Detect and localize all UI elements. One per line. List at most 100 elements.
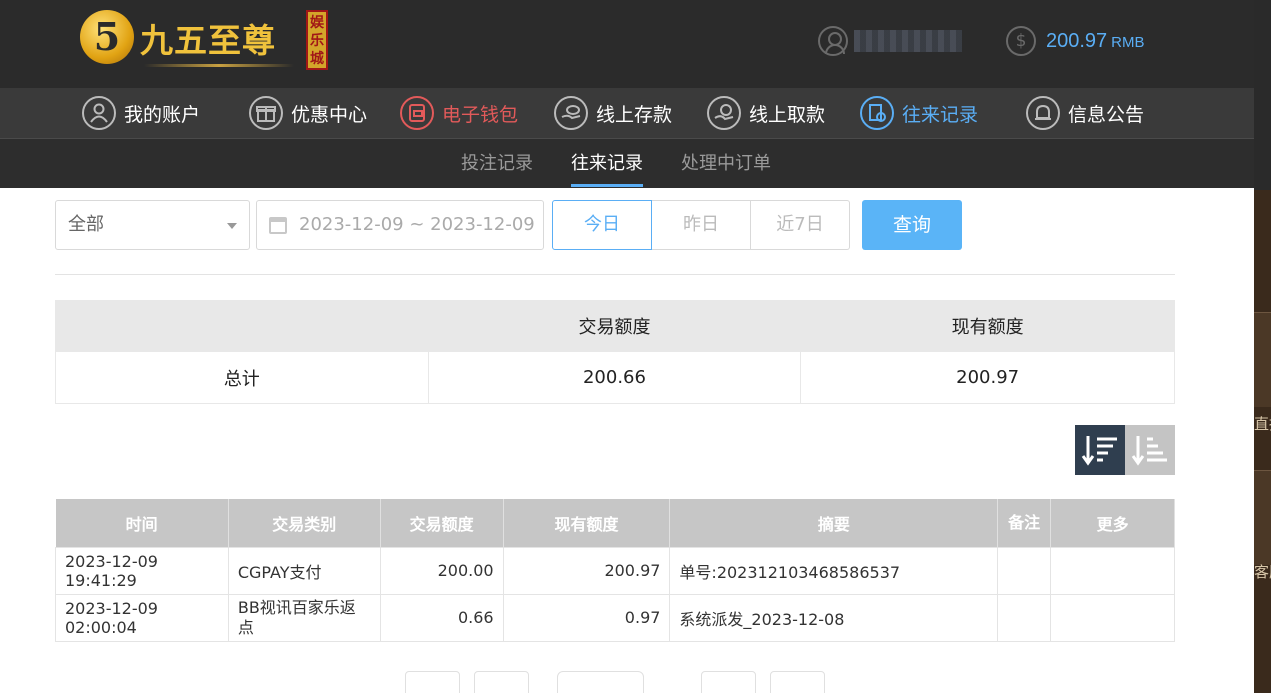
deposit-icon: [554, 96, 588, 130]
nav-item-records[interactable]: 往来记录: [860, 88, 978, 138]
summary-total-label: 总计: [55, 351, 429, 404]
chevron-down-icon: [227, 223, 237, 229]
bell-icon: [1026, 96, 1060, 130]
nav-item-withdraw[interactable]: 线上取款: [707, 88, 825, 138]
cell-balance: 200.97: [502, 546, 671, 595]
cell-type: CGPAY支付: [227, 546, 381, 595]
col-header-summary: 摘要: [669, 499, 999, 547]
table-row: 2023-12-09 19:41:29 CGPAY支付 200.00 200.9…: [55, 546, 1175, 595]
nav-item-deposit[interactable]: 线上存款: [554, 88, 672, 138]
date-range-value: 2023-12-09 ~ 2023-12-09: [299, 214, 535, 235]
col-header-time: 时间: [55, 499, 229, 547]
col-header-balance: 现有额度: [503, 499, 671, 547]
last-page-button[interactable]: [770, 671, 825, 693]
logo-badge: 娱乐城: [306, 10, 328, 70]
cell-time: 2023-12-09 02:00:04: [55, 593, 229, 642]
yesterday-button[interactable]: 昨日: [652, 200, 751, 250]
sort-ascending-button[interactable]: [1125, 425, 1175, 475]
next-page-button[interactable]: [701, 671, 756, 693]
service-float-button[interactable]: 客服: [1254, 470, 1271, 581]
calendar-icon: [269, 217, 287, 234]
logo-text: 九五至尊: [140, 21, 276, 60]
logo-emblem: 5: [80, 10, 134, 64]
date-range-input[interactable]: 2023-12-09 ~ 2023-12-09: [256, 200, 544, 250]
dollar-icon: $: [1006, 26, 1036, 56]
last-7-days-button[interactable]: 近7日: [751, 200, 850, 250]
site-logo[interactable]: 5 九五至尊 娱乐城: [80, 8, 330, 72]
page-number-input[interactable]: [557, 671, 644, 693]
cell-type: BB视讯百家乐返点: [227, 593, 381, 642]
records-icon: [860, 96, 894, 130]
wallet-icon: [400, 96, 434, 130]
divider: [55, 274, 1175, 275]
side-strip: 直播 客服: [1254, 0, 1271, 693]
cell-summary: 系统派发_2023-12-08: [669, 593, 999, 642]
cell-summary: 单号:202312103468586537: [669, 546, 999, 595]
prev-page-button[interactable]: [474, 671, 529, 693]
summary-header-current: 现有额度: [800, 300, 1175, 352]
today-button[interactable]: 今日: [552, 200, 652, 250]
col-header-more: 更多: [1050, 499, 1175, 547]
cell-amount: 0.66: [379, 593, 504, 642]
col-header-type: 交易类别: [228, 499, 381, 547]
summary-header-blank: [55, 300, 429, 352]
summary-table: 交易额度 现有额度 总计 200.66 200.97: [55, 300, 1175, 404]
nav-item-account[interactable]: 我的账户: [82, 88, 200, 138]
user-icon: [818, 26, 848, 56]
nav-label: 线上存款: [596, 103, 673, 126]
summary-header-trade: 交易额度: [427, 300, 802, 352]
quick-date-group: 今日 昨日 近7日: [552, 200, 850, 250]
nav-item-promotions[interactable]: 优惠中心: [249, 88, 367, 138]
cell-more[interactable]: [1050, 546, 1175, 595]
cell-time: 2023-12-09 19:41:29: [55, 546, 229, 595]
live-float-button[interactable]: 直播: [1254, 312, 1271, 433]
records-header-row: 时间 交易类别 交易额度 现有额度 摘要 备注 更多: [55, 499, 1175, 547]
cell-note: [997, 593, 1052, 642]
nav-label: 优惠中心: [291, 103, 368, 126]
tab-bet-records[interactable]: 投注记录: [461, 139, 533, 189]
user-name-blurred: [854, 30, 962, 52]
gift-icon: [249, 96, 283, 130]
col-header-note: 备注: [997, 499, 1052, 547]
type-select-value: 全部: [68, 214, 104, 235]
sub-nav: 投注记录 往来记录 处理中订单: [0, 138, 1254, 188]
logo-ornament: [144, 64, 294, 67]
cell-note: [997, 546, 1052, 595]
live-float-label: 直播: [1254, 415, 1271, 433]
tab-transaction-records[interactable]: 往来记录: [571, 139, 643, 189]
col-header-amount: 交易额度: [380, 499, 504, 547]
withdraw-icon: [707, 96, 741, 130]
cell-more[interactable]: [1050, 593, 1175, 642]
first-page-button[interactable]: [405, 671, 460, 693]
summary-trade-amount: 200.66: [427, 351, 802, 404]
balance-amount: 200.97: [1046, 30, 1108, 52]
main-nav: 我的账户 优惠中心 电子钱包 线上存款 线上取款 往来记录 信息公告: [0, 88, 1254, 138]
table-row: 2023-12-09 02:00:04 BB视讯百家乐返点 0.66 0.97 …: [55, 593, 1175, 642]
summary-current-amount: 200.97: [800, 351, 1175, 404]
records-table: 时间 交易类别 交易额度 现有额度 摘要 备注 更多 2023-12-09 19…: [55, 499, 1175, 642]
side-strip-top: [1254, 0, 1271, 190]
nav-label: 往来记录: [902, 103, 979, 126]
nav-label: 线上取款: [749, 103, 826, 126]
cell-balance: 0.97: [502, 593, 671, 642]
tab-pending-orders[interactable]: 处理中订单: [681, 139, 771, 189]
sort-descending-button[interactable]: [1075, 425, 1125, 475]
nav-item-announcements[interactable]: 信息公告: [1026, 88, 1144, 138]
nav-label: 我的账户: [124, 103, 201, 126]
nav-label: 信息公告: [1068, 103, 1145, 126]
balance-value: 200.97 RMB: [1046, 30, 1145, 53]
nav-item-wallet[interactable]: 电子钱包: [400, 88, 518, 138]
user-icon: [82, 96, 116, 130]
summary-total-row: 总计 200.66 200.97: [55, 351, 1175, 404]
query-button[interactable]: 查询: [862, 200, 962, 250]
sort-ascending-icon: [1131, 436, 1167, 466]
top-header: 5 九五至尊 娱乐城 $ 200.97 RMB: [0, 0, 1254, 88]
type-select[interactable]: 全部: [55, 200, 250, 250]
balance-unit: RMB: [1111, 34, 1145, 51]
nav-label: 电子钱包: [442, 103, 519, 126]
summary-header-row: 交易额度 现有额度: [55, 300, 1175, 352]
service-float-label: 客服: [1254, 563, 1271, 581]
logo-numeral: 5: [93, 14, 121, 59]
sort-descending-icon: [1081, 436, 1117, 466]
cell-amount: 200.00: [379, 546, 504, 595]
